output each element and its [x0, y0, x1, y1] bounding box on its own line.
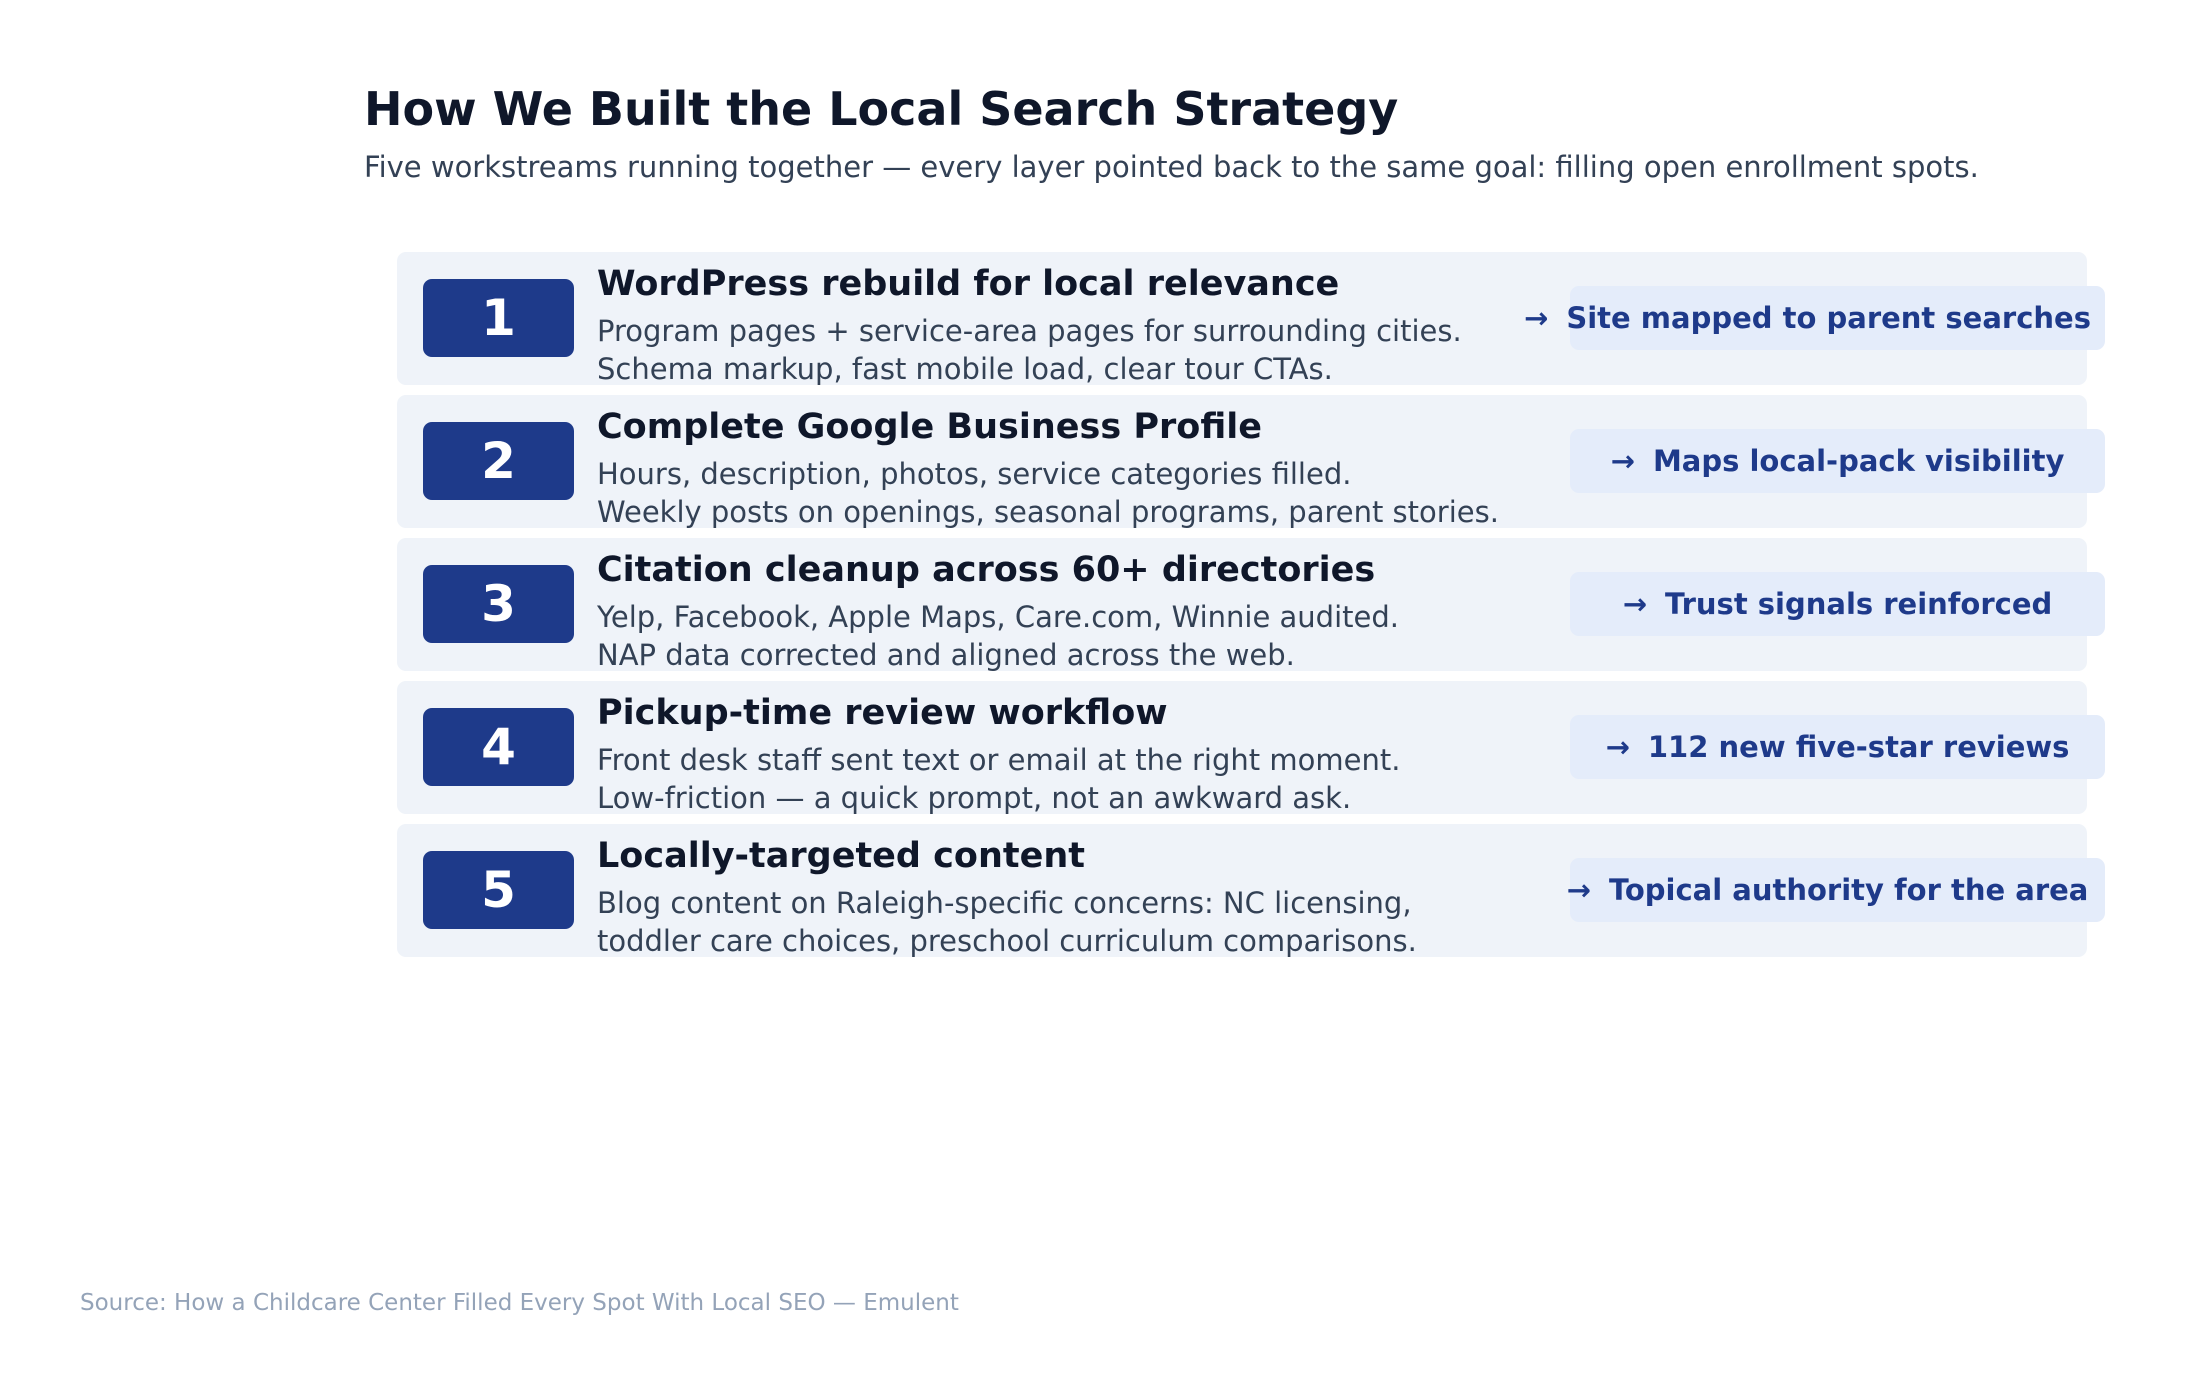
step-description-line: toddler care choices, preschool curricul… [597, 924, 1417, 958]
step-number-badge: 1 [423, 279, 574, 357]
step-number-badge: 3 [423, 565, 574, 643]
outcome-label: Maps local-pack visibility [1652, 444, 2065, 478]
arrow-right-icon: → [1566, 873, 1591, 907]
outcome-pill: → 112 new five-star reviews [1570, 715, 2105, 779]
step-description-line: Yelp, Facebook, Apple Maps, Care.com, Wi… [597, 600, 1399, 634]
outcome-label: Trust signals reinforced [1665, 587, 2053, 621]
step-description-line: Weekly posts on openings, seasonal progr… [597, 495, 1499, 529]
workstream-row-3: 3 Citation cleanup across 60+ directorie… [397, 538, 2105, 672]
workstream-row-1: 1 WordPress rebuild for local relevance … [397, 252, 2105, 386]
outcome-label: Site mapped to parent searches [1566, 301, 2091, 335]
step-title: Citation cleanup across 60+ directories [597, 550, 1376, 590]
step-number-badge: 2 [423, 422, 574, 500]
step-description-line: Front desk staff sent text or email at t… [597, 743, 1401, 777]
step-title: Locally-targeted content [597, 836, 1085, 876]
arrow-right-icon: → [1610, 444, 1635, 478]
arrow-right-icon: → [1524, 301, 1549, 335]
workstream-row-4: 4 Pickup-time review workflow Front desk… [397, 681, 2105, 815]
step-description-line: Hours, description, photos, service cate… [597, 457, 1352, 491]
source-footnote: Source: How a Childcare Center Filled Ev… [80, 1290, 959, 1316]
arrow-right-icon: → [1605, 730, 1630, 764]
step-description-line: Program pages + service-area pages for s… [597, 314, 1462, 348]
page-subtitle: Five workstreams running together — ever… [364, 150, 1979, 184]
workstream-list: 1 WordPress rebuild for local relevance … [397, 252, 2105, 967]
step-description-line: Schema markup, fast mobile load, clear t… [597, 352, 1333, 386]
workstream-row-5: 5 Locally-targeted content Blog content … [397, 824, 2105, 958]
outcome-pill: → Maps local-pack visibility [1570, 429, 2105, 493]
step-number-badge: 5 [423, 851, 574, 929]
workstream-row-2: 2 Complete Google Business Profile Hours… [397, 395, 2105, 529]
step-title: Pickup-time review workflow [597, 693, 1168, 733]
outcome-label: Topical authority for the area [1608, 873, 2089, 907]
step-description-line: Blog content on Raleigh-specific concern… [597, 886, 1412, 920]
outcome-pill: → Site mapped to parent searches [1524, 286, 2105, 350]
outcome-pill: → Topical authority for the area [1566, 858, 2105, 922]
outcome-pill: → Trust signals reinforced [1570, 572, 2105, 636]
step-number-badge: 4 [423, 708, 574, 786]
page-title: How We Built the Local Search Strategy [364, 82, 1399, 136]
outcome-label: 112 new five-star reviews [1647, 730, 2070, 764]
step-title: Complete Google Business Profile [597, 407, 1262, 447]
step-title: WordPress rebuild for local relevance [597, 264, 1340, 304]
step-description-line: Low-friction — a quick prompt, not an aw… [597, 781, 1352, 815]
arrow-right-icon: → [1622, 587, 1648, 621]
step-description-line: NAP data corrected and aligned across th… [597, 638, 1295, 672]
